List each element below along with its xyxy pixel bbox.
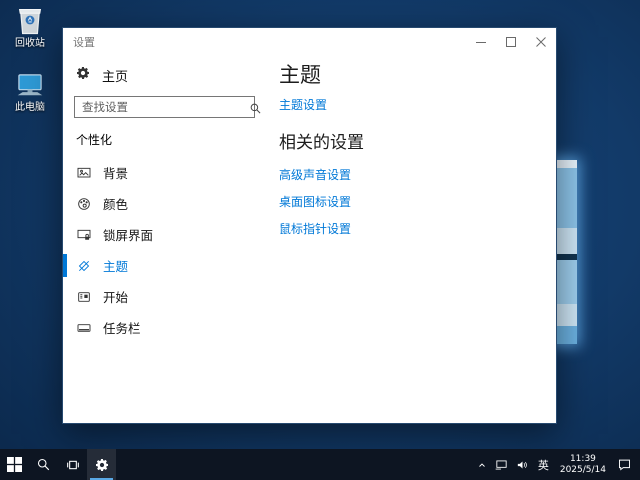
search-icon[interactable] bbox=[249, 100, 262, 119]
background-image-icon bbox=[76, 165, 92, 181]
nav-item-label: 背景 bbox=[103, 163, 128, 182]
sidebar-item-home[interactable]: 主页 bbox=[75, 64, 279, 86]
action-center-button[interactable] bbox=[612, 449, 640, 480]
start-button[interactable] bbox=[0, 449, 29, 480]
search-input[interactable] bbox=[74, 96, 255, 118]
speaker-icon bbox=[515, 458, 530, 472]
nav-item-label: 主题 bbox=[103, 256, 128, 275]
task-view-button[interactable] bbox=[58, 449, 87, 480]
sidebar-item-taskbar[interactable]: 任务栏 bbox=[63, 312, 279, 343]
this-pc-icon bbox=[2, 68, 58, 100]
windows-logo-icon bbox=[7, 457, 22, 472]
sidebar-item-themes[interactable]: 主题 bbox=[63, 250, 279, 281]
taskbar-settings-app-button[interactable] bbox=[87, 449, 116, 480]
sidebar-nav: 背景 颜色 bbox=[63, 157, 279, 343]
desktop-icon-this-pc[interactable]: 此电脑 bbox=[2, 68, 58, 114]
titlebar[interactable]: 设置 bbox=[63, 28, 556, 56]
taskbar-search-button[interactable] bbox=[29, 449, 58, 480]
gear-icon bbox=[75, 65, 91, 85]
task-view-icon bbox=[65, 457, 81, 473]
start-menu-icon bbox=[76, 289, 92, 305]
taskbar-settings-icon bbox=[76, 320, 92, 336]
sidebar-item-colors[interactable]: 颜色 bbox=[63, 188, 279, 219]
sidebar-section-personalization: 个性化 bbox=[76, 131, 279, 148]
nav-item-label: 任务栏 bbox=[103, 318, 141, 337]
nav-item-label: 颜色 bbox=[103, 194, 128, 213]
recycle-bin-icon bbox=[2, 4, 58, 36]
notification-icon bbox=[617, 457, 632, 472]
desktop-icon-label: 回收站 bbox=[2, 38, 58, 50]
ime-indicator[interactable]: 英 bbox=[533, 449, 554, 480]
advanced-sound-settings-link[interactable]: 高级声音设置 bbox=[279, 168, 556, 182]
settings-sidebar: 主页 个性化 背景 bbox=[63, 56, 279, 423]
sidebar-item-lock-screen[interactable]: 锁屏界面 bbox=[63, 219, 279, 250]
maximize-icon bbox=[506, 37, 516, 47]
settings-content: 主题 主题设置 相关的设置 高级声音设置 桌面图标设置 鼠标指针设置 bbox=[279, 56, 556, 423]
page-title: 主题 bbox=[279, 61, 556, 89]
search-icon bbox=[36, 457, 51, 472]
settings-window: 设置 主页 个性 bbox=[62, 27, 557, 424]
colors-palette-icon bbox=[76, 196, 92, 212]
sidebar-item-background[interactable]: 背景 bbox=[63, 157, 279, 188]
minimize-button[interactable] bbox=[466, 29, 496, 56]
volume-tray-button[interactable] bbox=[512, 449, 533, 480]
lock-screen-icon bbox=[76, 227, 92, 243]
network-tray-button[interactable] bbox=[491, 449, 512, 480]
network-icon bbox=[494, 458, 509, 472]
clock-time: 11:39 bbox=[560, 454, 606, 465]
nav-item-label: 开始 bbox=[103, 287, 128, 306]
desktop-icon-recycle-bin[interactable]: 回收站 bbox=[2, 4, 58, 50]
taskbar-clock[interactable]: 11:39 2025/5/14 bbox=[554, 454, 612, 476]
gear-icon bbox=[94, 457, 110, 473]
clock-date: 2025/5/14 bbox=[560, 465, 606, 476]
theme-settings-link[interactable]: 主题设置 bbox=[279, 98, 556, 112]
chevron-up-icon bbox=[476, 459, 488, 471]
desktop-icon-settings-link[interactable]: 桌面图标设置 bbox=[279, 195, 556, 209]
settings-search bbox=[74, 96, 268, 118]
nav-item-label: 锁屏界面 bbox=[103, 225, 153, 244]
close-icon bbox=[536, 37, 546, 47]
home-label: 主页 bbox=[102, 66, 128, 85]
desktop: { "colors": { "accent": "#0078d7", "link… bbox=[0, 0, 640, 480]
desktop-icon-label: 此电脑 bbox=[2, 102, 58, 114]
related-settings-heading: 相关的设置 bbox=[279, 131, 556, 155]
maximize-button[interactable] bbox=[496, 29, 526, 56]
sidebar-item-start[interactable]: 开始 bbox=[63, 281, 279, 312]
window-title: 设置 bbox=[63, 34, 466, 50]
themes-icon bbox=[76, 258, 92, 274]
close-button[interactable] bbox=[526, 29, 556, 56]
tray-overflow-button[interactable] bbox=[473, 449, 491, 480]
minimize-icon bbox=[476, 37, 486, 47]
mouse-pointer-settings-link[interactable]: 鼠标指针设置 bbox=[279, 222, 556, 236]
system-tray: 英 11:39 2025/5/14 bbox=[473, 449, 640, 480]
taskbar: 英 11:39 2025/5/14 bbox=[0, 449, 640, 480]
